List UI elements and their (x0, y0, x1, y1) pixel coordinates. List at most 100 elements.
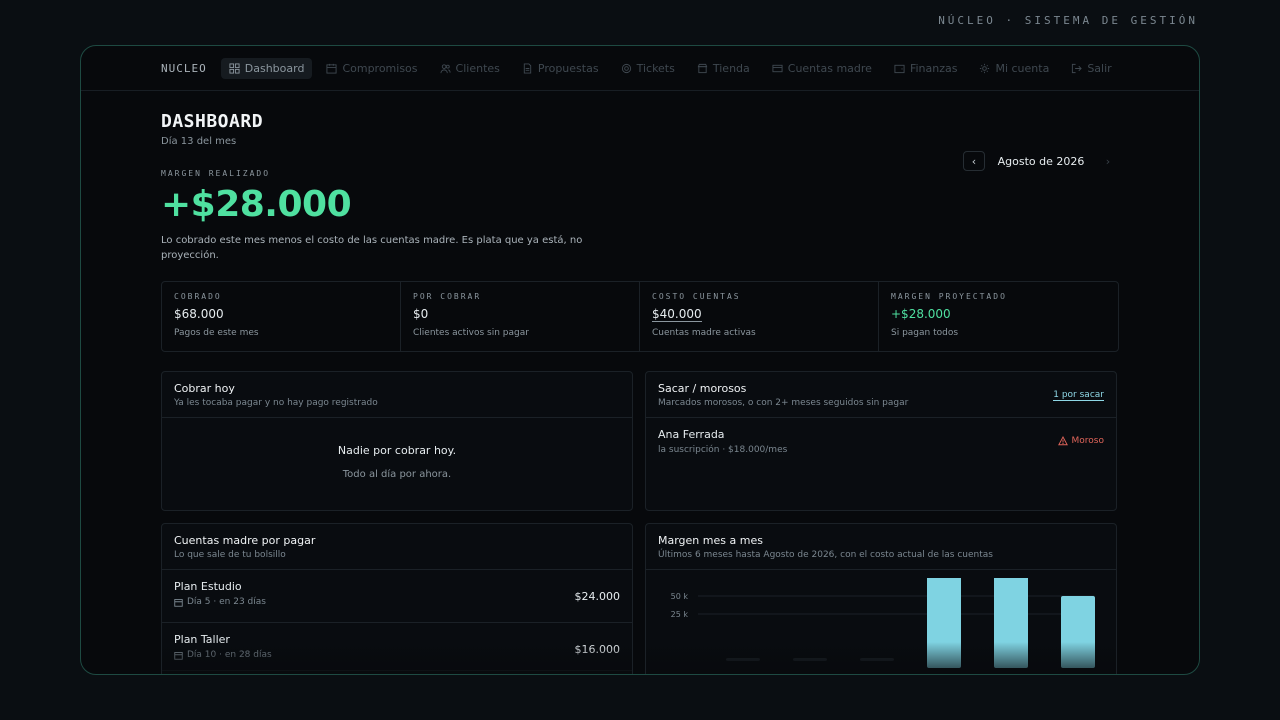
card-icon (772, 64, 783, 72)
nav-item-tickets[interactable]: Tickets (613, 58, 683, 79)
stat-note: Pagos de este mes (174, 328, 259, 338)
lifebuoy-icon (621, 63, 631, 73)
grid-icon (229, 62, 240, 74)
status-badge-label: Moroso (1071, 436, 1104, 446)
client-name: Ana Ferrada (658, 428, 725, 441)
stat-label: COSTO CUENTAS (652, 292, 741, 301)
plan-meta: Día 10 · en 28 días (174, 650, 620, 660)
warning-icon (1057, 436, 1068, 446)
chart-bar[interactable] (1061, 596, 1095, 668)
stat-value: $0 (413, 307, 429, 321)
store-icon (697, 63, 708, 73)
client-meta-text: la suscripción · $18.000/mes (658, 445, 788, 455)
y-tick-label: 50 k (671, 592, 689, 601)
nav-item-tienda[interactable]: Tienda (689, 58, 758, 79)
plan-meta-text: Día 10 · en 28 días (187, 650, 272, 660)
card-title: Sacar / morosos (658, 382, 747, 395)
app-brand-header: NÚCLEO · SISTEMA DE GESTIÓN (938, 14, 1198, 27)
card-title: Cuentas madre por pagar (174, 534, 316, 547)
plan-amount: $24.000 (574, 590, 621, 603)
card-subtitle: Ya les tocaba pagar y no hay pago regist… (174, 398, 378, 408)
card-cuentas-madre: Cuentas madre por pagar Lo que sale de t… (161, 523, 633, 674)
nav-item-label: Tickets (636, 61, 675, 75)
stat-por-cobrar: POR COBRAR $0 Clientes activos sin pagar (401, 282, 640, 351)
plan-meta-text: Día 5 · en 23 días (187, 597, 266, 607)
card-subtitle: Marcados morosos, o con 2+ meses seguido… (658, 398, 909, 408)
empty-title: Nadie por cobrar hoy. (337, 444, 457, 457)
margin-bar-chart: 50 k 25 k (671, 570, 1095, 668)
status-badge: Moroso (1057, 436, 1104, 446)
nav-item-mi-cuenta[interactable]: Mi cuenta (971, 58, 1057, 79)
card-header: Margen mes a mes Últimos 6 meses hasta A… (646, 524, 1116, 570)
plan-name: Plan Estudio (174, 580, 242, 593)
card-margen-chart: Margen mes a mes Últimos 6 meses hasta A… (645, 523, 1117, 674)
stat-label: MARGEN PROYECTADO (891, 292, 1007, 301)
stats-panel: COBRADO $68.000 Pagos de este mes POR CO… (161, 281, 1119, 352)
cards-row-1: Cobrar hoy Ya les tocaba pagar y no hay … (161, 371, 1119, 511)
card-morosos: Sacar / morosos Marcados morosos, o con … (645, 371, 1117, 511)
chart-bar[interactable] (860, 658, 894, 661)
stat-value: +$28.000 (891, 307, 951, 321)
empty-state: Nadie por cobrar hoy. Todo al día por ah… (162, 418, 632, 480)
nav-item-label: Clientes (455, 61, 500, 75)
chart-bar[interactable] (793, 658, 827, 661)
nav-item-label: Mi cuenta (995, 61, 1050, 75)
gear-icon (980, 63, 990, 73)
top-nav: NUCLEO Dashboard Compromisos Clientes Pr… (81, 46, 1199, 91)
card-header: Cuentas madre por pagar Lo que sale de t… (162, 524, 632, 570)
stat-costo-cuentas: COSTO CUENTAS $40.000 Cuentas madre acti… (640, 282, 879, 351)
nav-item-label: Cuentas madre (787, 61, 872, 75)
list-item[interactable]: Plan Estudio Día 5 · en 23 días $24.000 (162, 570, 632, 623)
nav-logo[interactable]: NUCLEO (161, 62, 207, 75)
stat-value-link[interactable]: $40.000 (652, 307, 702, 322)
card-title: Margen mes a mes (658, 534, 763, 547)
app-window: NUCLEO Dashboard Compromisos Clientes Pr… (80, 45, 1200, 675)
nav-item-label: Propuestas (537, 61, 599, 75)
nav-item-label: Salir (1087, 61, 1112, 75)
page-title: DASHBOARD (161, 111, 264, 132)
wallet-icon (894, 64, 905, 73)
stat-label: POR COBRAR (413, 292, 482, 301)
nav-item-finanzas[interactable]: Finanzas (886, 58, 966, 79)
prev-month-button[interactable]: ‹ (963, 151, 985, 171)
card-title: Cobrar hoy (174, 382, 235, 395)
page-subtitle: Día 13 del mes (161, 136, 237, 147)
list-item[interactable]: Plan Taller Día 10 · en 28 días $16.000 (162, 623, 632, 671)
month-selector: ‹ Agosto de 2026 › (963, 151, 1119, 171)
chart-bar[interactable] (726, 658, 760, 661)
empty-subtitle: Todo al día por ahora. (342, 469, 452, 480)
nav-item-clientes[interactable]: Clientes (432, 58, 508, 79)
nav-item-propuestas[interactable]: Propuestas (514, 58, 607, 79)
nav-item-label: Finanzas (909, 61, 958, 75)
stat-label: COBRADO (174, 292, 222, 301)
nav-item-cuentas-madre[interactable]: Cuentas madre (764, 58, 880, 79)
card-subtitle: Últimos 6 meses hasta Agosto de 2026, co… (658, 550, 993, 560)
calendar-icon (326, 63, 337, 74)
logout-icon (1072, 63, 1083, 73)
current-month: Agosto de 2026 (997, 154, 1085, 168)
nav-item-label: Dashboard (244, 61, 305, 75)
list-item[interactable]: Ana Ferrada la suscripción · $18.000/mes… (646, 418, 1116, 465)
card-header: Sacar / morosos Marcados morosos, o con … (646, 372, 1116, 418)
dashboard-page: DASHBOARD Día 13 del mes ‹ Agosto de 202… (81, 111, 1199, 674)
nav-item-compromisos[interactable]: Compromisos (318, 58, 425, 79)
next-month-button[interactable]: › (1097, 151, 1119, 171)
card-cobrar-hoy: Cobrar hoy Ya les tocaba pagar y no hay … (161, 371, 633, 511)
client-meta: la suscripción · $18.000/mes (658, 445, 1104, 455)
stat-note: Clientes activos sin pagar (413, 328, 529, 338)
chevron-left-icon: ‹ (971, 154, 977, 168)
chart-bar[interactable] (927, 570, 961, 668)
stat-margen-proyectado: MARGEN PROYECTADO +$28.000 Si pagan todo… (879, 282, 1118, 351)
chart-bar[interactable] (994, 570, 1028, 668)
stat-note: Si pagan todos (891, 328, 959, 338)
margin-value: +$28.000 (161, 184, 352, 225)
chart-container: 50 k 25 k (646, 570, 1116, 674)
stat-cobrado: COBRADO $68.000 Pagos de este mes (162, 282, 401, 351)
nav-item-dashboard[interactable]: Dashboard (220, 57, 313, 79)
nav-item-salir[interactable]: Salir (1063, 58, 1119, 79)
stat-note: Cuentas madre activas (652, 328, 756, 338)
por-sacar-link[interactable]: 1 por sacar (1053, 390, 1104, 401)
plan-name: Plan Taller (174, 633, 230, 646)
nav-item-label: Tienda (712, 61, 750, 75)
users-icon (439, 63, 451, 73)
